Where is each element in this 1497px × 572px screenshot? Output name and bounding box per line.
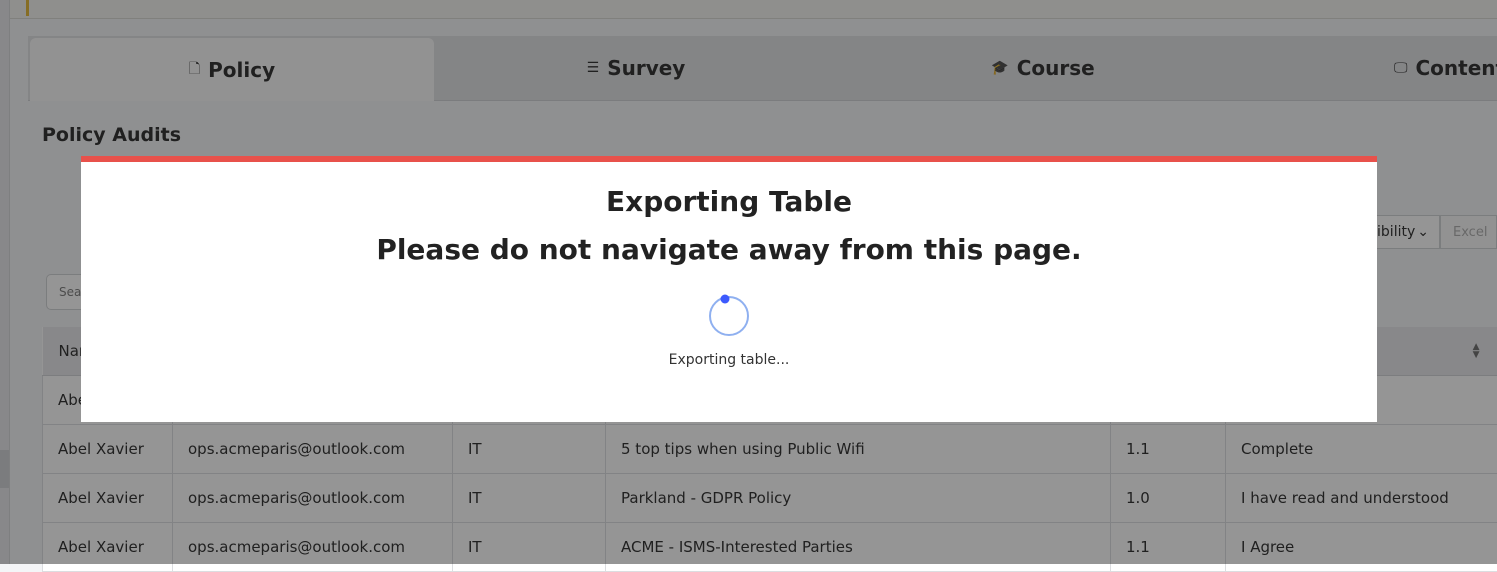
modal-title: Exporting Table xyxy=(81,162,1377,220)
export-status-message: Exporting table... xyxy=(81,352,1377,368)
modal-subtitle: Please do not navigate away from this pa… xyxy=(81,232,1377,268)
loading-spinner-icon xyxy=(708,294,750,336)
export-modal: Exporting Table Please do not navigate a… xyxy=(81,156,1377,422)
